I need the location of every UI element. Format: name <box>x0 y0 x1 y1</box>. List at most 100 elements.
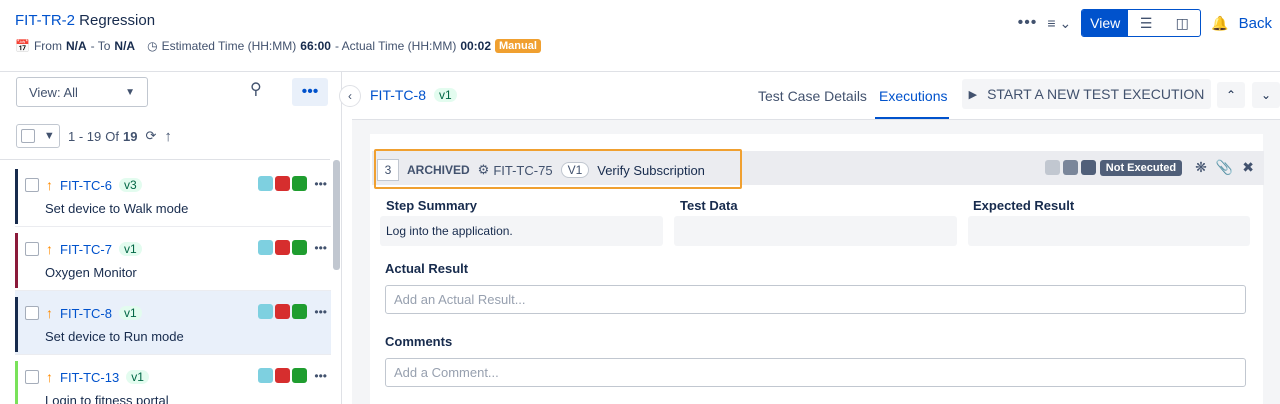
status-square <box>258 304 274 319</box>
list-item-key[interactable]: FIT-TC-13 <box>60 370 119 385</box>
start-button-label: START A NEW TEST EXECUTION <box>987 86 1205 102</box>
play-icon: ▶ <box>968 88 978 101</box>
priority-bar <box>15 297 18 352</box>
step-info: 3 ARCHIVED ⚙ FIT-TC-75 V1 Verify Subscri… <box>377 159 705 181</box>
collapse-panel-icon[interactable]: ‹ <box>339 85 361 107</box>
status-square <box>1062 160 1078 175</box>
list-item-key[interactable]: FIT-TC-7 <box>60 242 112 257</box>
status-squares: ••• <box>258 304 327 319</box>
chevron-down-icon: ▼ <box>125 86 135 98</box>
bell-icon[interactable]: 🔔 <box>1211 15 1228 32</box>
header-actions: ••• ≡ ⌄ View ☰ ◫ 🔔 Back <box>1018 9 1272 37</box>
list-item-name: Set device to Run mode <box>45 329 184 344</box>
list-item-header: ↑ FIT-TC-8 v1 <box>25 305 142 321</box>
chevron-down-icon: ▼ <box>43 130 55 142</box>
test-case-version: v1 <box>434 88 457 102</box>
status-square <box>275 240 291 255</box>
test-data-value <box>674 216 957 246</box>
list-item-version: v1 <box>119 306 142 320</box>
left-more-options-icon[interactable]: ••• <box>292 78 328 106</box>
comment-input[interactable]: Add a Comment... <box>385 358 1246 387</box>
paging-total: 19 <box>122 128 138 144</box>
page-title: FIT-TR-2 Regression <box>15 12 155 29</box>
priority-arrow-up-icon: ↑ <box>46 177 53 193</box>
step-status: ARCHIVED <box>407 163 470 177</box>
estimated-time-label: Estimated Time (HH:MM) <box>161 39 297 53</box>
priority-arrow-up-icon: ↑ <box>46 305 53 321</box>
view-select[interactable]: View: All ▼ <box>16 77 148 107</box>
list-view-icon[interactable]: ☰ <box>1128 10 1164 36</box>
pagination: ▼ 1 - 19 Of 19 ⟳ ↑ <box>16 124 172 148</box>
list-item-key[interactable]: FIT-TC-8 <box>60 306 112 321</box>
list-item-name: Set device to Walk mode <box>45 201 189 216</box>
more-options-icon[interactable]: ••• <box>1018 14 1038 32</box>
view-button[interactable]: View <box>1082 10 1129 36</box>
list-item[interactable]: ↑ FIT-TC-13 v1 ••• Login to fitness portal <box>15 355 331 404</box>
test-data-label: Test Data <box>680 198 738 213</box>
view-toggle: View ☰ ◫ <box>1081 9 1202 37</box>
filter-icon[interactable]: ≡ ⌄ <box>1047 15 1071 32</box>
linked-test-case-key[interactable]: FIT-TC-75 <box>493 163 552 178</box>
comments-label: Comments <box>385 334 453 349</box>
status-square <box>275 304 291 319</box>
list-divider <box>0 159 330 160</box>
step-title: Verify Subscription <box>597 162 705 178</box>
priority-bar <box>15 233 18 288</box>
from-label: From <box>33 39 62 53</box>
estimated-time-value: 66:00 <box>300 39 331 53</box>
chevron-up-icon[interactable]: ⌃ <box>1217 82 1245 108</box>
calendar-icon: 📅 <box>15 39 30 53</box>
tab-executions[interactable]: Executions <box>879 88 947 104</box>
actual-result-input[interactable]: Add an Actual Result... <box>385 285 1246 314</box>
scrollbar[interactable] <box>333 160 340 270</box>
priority-arrow-up-icon: ↑ <box>46 241 53 257</box>
status-squares: ••• <box>258 368 327 383</box>
priority-arrow-up-icon: ↑ <box>46 369 53 385</box>
start-new-execution-button[interactable]: ▶ START A NEW TEST EXECUTION <box>962 79 1211 109</box>
bulk-select-dropdown[interactable]: ▼ <box>16 124 60 148</box>
list-item[interactable]: ↑ FIT-TC-7 v1 ••• Oxygen Monitor <box>15 227 331 291</box>
sort-arrow-up-icon[interactable]: ↑ <box>164 128 172 145</box>
test-case-header: FIT-TC-8 v1 <box>370 87 457 103</box>
status-square <box>258 176 274 191</box>
attachment-icon[interactable]: 📎 <box>1216 159 1233 176</box>
back-link[interactable]: Back <box>1239 15 1272 32</box>
step-number: 3 <box>377 159 399 181</box>
collapse-icon[interactable]: ✖ <box>1242 159 1254 176</box>
tab-test-case-details[interactable]: Test Case Details <box>758 88 867 104</box>
list-item-name: Login to fitness portal <box>45 393 169 404</box>
list-item-key[interactable]: FIT-TC-6 <box>60 178 112 193</box>
list-item-more-icon[interactable]: ••• <box>314 305 327 319</box>
bug-icon[interactable]: ❋ <box>1195 159 1207 176</box>
panel-divider <box>341 72 342 404</box>
paging-of: Of <box>105 128 119 144</box>
actual-result-label: Actual Result <box>385 261 469 276</box>
list-item-header: ↑ FIT-TC-6 v3 <box>25 177 142 193</box>
step-status-area: Not Executed ❋ 📎 ✖ <box>1044 159 1254 176</box>
search-icon[interactable]: ⚲ <box>250 79 262 99</box>
mode-badge: Manual <box>495 39 541 53</box>
expected-result-label: Expected Result <box>973 198 1075 213</box>
select-all-checkbox[interactable] <box>21 129 36 143</box>
list-item-checkbox[interactable] <box>25 370 39 384</box>
test-case-key[interactable]: FIT-TC-8 <box>370 87 426 103</box>
list-item[interactable]: ↑ FIT-TC-8 v1 ••• Set device to Run mode <box>15 291 331 355</box>
list-item[interactable]: ↑ FIT-TC-6 v3 ••• Set device to Walk mode <box>15 163 331 227</box>
split-view-icon[interactable]: ◫ <box>1164 10 1200 36</box>
test-run-key[interactable]: FIT-TR-2 <box>15 12 75 29</box>
from-value: N/A <box>65 39 87 53</box>
step-summary-value: Log into the application. <box>380 216 663 246</box>
to-label: - To <box>90 39 111 53</box>
list-item-more-icon[interactable]: ••• <box>314 369 327 383</box>
status-square <box>292 304 308 319</box>
status-square <box>1044 160 1060 175</box>
list-item-checkbox[interactable] <box>25 242 39 256</box>
chevron-down-icon[interactable]: ⌄ <box>1252 82 1280 108</box>
list-item-more-icon[interactable]: ••• <box>314 241 327 255</box>
list-item-checkbox[interactable] <box>25 178 39 192</box>
execution-status-badge[interactable]: Not Executed <box>1099 159 1183 176</box>
expected-result-value <box>968 216 1250 246</box>
list-item-more-icon[interactable]: ••• <box>314 177 327 191</box>
list-item-checkbox[interactable] <box>25 306 39 320</box>
refresh-icon[interactable]: ⟳ <box>145 128 156 144</box>
